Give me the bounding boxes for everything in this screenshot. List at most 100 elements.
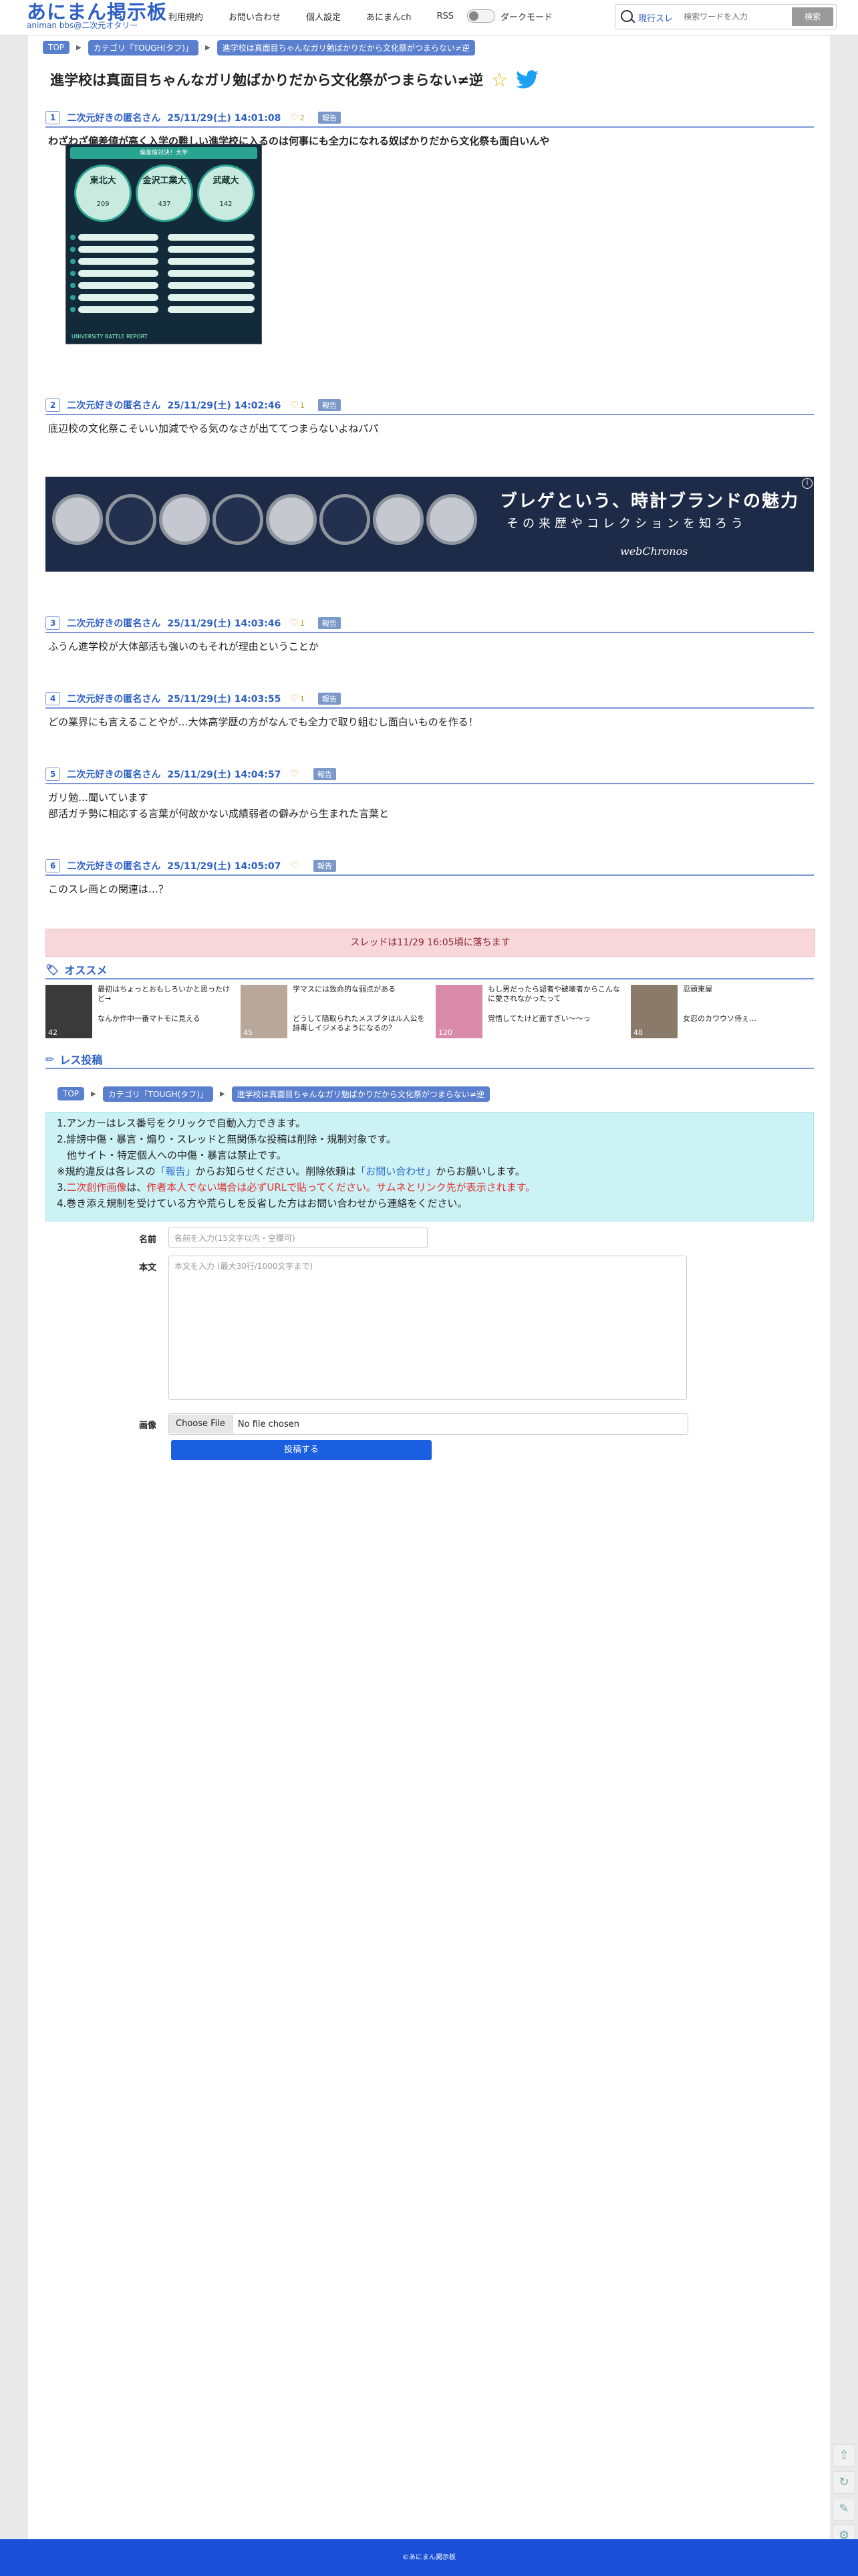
advertisement-banner[interactable]: ブレゲという、時計ブランドの魅力 その来歴やコレクションを知ろう webChro…: [45, 477, 814, 572]
choose-file-button[interactable]: Choose File: [169, 1415, 233, 1433]
main-content: TOP ▶ カテゴリ「TOUGH(タフ)」 ▶ 進学校は真面目ちゃんなガリ勉ばか…: [28, 35, 830, 2539]
rule-report-link[interactable]: 「報告」: [156, 1165, 196, 1177]
recommend-item[interactable]: 120 もし男だったら認者や破壊者からこんなに愛されなかったって 覚悟してたけど…: [436, 985, 623, 1041]
recommend-thumbnail[interactable]: 48: [631, 985, 678, 1038]
pencil-icon: ✏: [45, 1052, 55, 1066]
breadcrumb-thread[interactable]: 進学校は真面目ちゃんなガリ勉ばかりだから文化祭がつまらない≠逆: [217, 39, 475, 55]
breadcrumb-top[interactable]: TOP: [57, 1087, 85, 1100]
post-2: 2 二次元好きの匿名さん 25/11/29(土) 14:02:46 ♡ 1 報告 …: [45, 396, 814, 437]
rule-line: 他サイト・特定個人への中傷・暴言は禁止です。: [57, 1149, 287, 1161]
report-button[interactable]: 報告: [317, 399, 341, 411]
poster-name: 二次元好きの匿名さん: [67, 770, 161, 780]
post-number[interactable]: 2: [45, 398, 61, 412]
like-heart-icon[interactable]: ♡: [290, 860, 299, 871]
report-button[interactable]: 報告: [317, 693, 341, 705]
post-date: 25/11/29(土) 14:03:46: [167, 618, 281, 629]
image-label: 画像: [139, 1421, 157, 1431]
report-button[interactable]: 報告: [317, 617, 341, 629]
report-button[interactable]: 報告: [317, 112, 341, 124]
search-box: 現行スレ 検索: [615, 4, 837, 29]
like-heart-icon[interactable]: ♡: [290, 769, 299, 780]
name-input[interactable]: 名前を入力(15文字以内・空欄可): [168, 1227, 428, 1248]
dark-mode-toggle[interactable]: [466, 9, 495, 23]
rule-contact-link[interactable]: 「お問い合わせ」: [355, 1165, 436, 1177]
recommend-item[interactable]: 45 学マスには致命的な弱点がある どうして隠取られたメスブタはル人公を誹毒しイ…: [241, 985, 428, 1041]
post-body: このスレ画との関連は…？: [48, 883, 168, 895]
post-line: 部活ガチ勢に相応する言葉が何故かない成績弱者の僻みから生まれた言葉と: [48, 808, 390, 820]
rule-text: からお知らせください。削除依頼は: [195, 1165, 356, 1177]
post-header: 2 二次元好きの匿名さん 25/11/29(土) 14:02:46 ♡ 1 報告: [45, 396, 814, 415]
dark-mode-label: ダークモード: [500, 12, 553, 23]
body-textarea[interactable]: 本文を入力 (最大30行/1000文字まで): [168, 1256, 687, 1400]
university-name: 武蔵大: [212, 176, 239, 186]
breadcrumb-category[interactable]: カテゴリ「TOUGH(タフ)」: [102, 1086, 213, 1102]
like-heart-icon[interactable]: ♡: [290, 618, 299, 628]
search-scope[interactable]: 現行スレ: [638, 11, 673, 24]
recommend-thumbnail[interactable]: 120: [436, 985, 482, 1038]
watch-image: [159, 494, 210, 545]
file-status: No file chosen: [237, 1419, 299, 1429]
nav-contact[interactable]: お問い合わせ: [229, 10, 281, 23]
search-button[interactable]: 検索: [792, 7, 833, 26]
post-image-university-chart[interactable]: 偏差値対決！大学 東北大 209 金沢工業大 437 武蔵大 142 UNIVERSI…: [65, 144, 262, 344]
like-heart-icon[interactable]: ♡: [290, 693, 299, 704]
recommend-snippet: どうして隠取られたメスブタはル人公を誹毒しイジメるようになるの？: [293, 1014, 425, 1032]
settings-gear-icon[interactable]: ⚙: [833, 2525, 855, 2543]
rule-text: ※規約違反は各レスの: [57, 1165, 156, 1177]
logo-text[interactable]: あにまん掲示板: [27, 1, 167, 23]
recommend-snippet: なんか作中一番マトモに見える: [98, 1014, 200, 1023]
post-3: 3 二次元好きの匿名さん 25/11/29(土) 14:03:46 ♡ 1 報告 …: [45, 614, 814, 655]
reload-icon[interactable]: ↻: [833, 2471, 855, 2494]
twitter-icon[interactable]: [516, 70, 539, 89]
post-line: ガリ勉…聞いています: [48, 792, 148, 804]
post-header: 5 二次元好きの匿名さん 25/11/29(土) 14:04:57 ♡ 報告: [45, 766, 814, 784]
post-number[interactable]: 6: [45, 859, 61, 872]
favorite-star-icon[interactable]: ☆: [491, 69, 508, 91]
submit-button[interactable]: 投稿する: [171, 1440, 432, 1460]
rule-text: からお願いします。: [436, 1165, 525, 1177]
post-number[interactable]: 4: [45, 692, 61, 705]
ad-headline: ブレゲという、時計ブランドの魅力: [500, 491, 800, 511]
comment-count: 45: [243, 1028, 253, 1037]
report-button[interactable]: 報告: [313, 768, 336, 780]
post-number[interactable]: 3: [45, 616, 61, 630]
post-number[interactable]: 5: [45, 768, 61, 781]
write-icon[interactable]: ✎: [833, 2498, 855, 2521]
breadcrumb-thread[interactable]: 進学校は真面目ちゃんなガリ勉ばかりだから文化祭がつまらない≠逆: [231, 1086, 490, 1102]
nav-animanch[interactable]: あにまんch: [366, 10, 411, 23]
site-logo[interactable]: あにまん掲示板 animan bbs@二次元オタリー: [27, 1, 167, 29]
ad-info-icon[interactable]: i: [802, 478, 813, 489]
post-5: 5 二次元好きの匿名さん 25/11/29(土) 14:04:57 ♡ 報告 ガ…: [45, 766, 814, 822]
post-body: ふうん進学校が大体部活も強いのもそれが理由ということか: [48, 640, 319, 653]
comparison-row: [70, 281, 257, 290]
recommend-title[interactable]: もし男だったら認者や破壊者からこんなに愛されなかったって: [488, 985, 621, 1004]
header-nav: 利用規約 お問い合わせ 個人設定 あにまんch RSS ダークモード: [168, 9, 553, 23]
recommend-thumbnail[interactable]: 42: [45, 985, 92, 1038]
scroll-top-icon[interactable]: ⇧: [833, 2444, 855, 2467]
recommend-thumbnail[interactable]: 45: [241, 985, 287, 1038]
recommend-item[interactable]: 42 最初はちょっとおもしろいかと思ったけど→ なんか作中一番マトモに見える: [45, 985, 233, 1041]
tag-icon: 🏷: [45, 963, 59, 976]
nav-rss[interactable]: RSS: [436, 11, 454, 21]
breadcrumb-category[interactable]: カテゴリ「TOUGH(タフ)」: [88, 39, 198, 55]
post-number[interactable]: 1: [45, 111, 61, 124]
reply-heading-text: レス投稿: [59, 1054, 103, 1066]
recommend-title[interactable]: 最初はちょっとおもしろいかと思ったけど→: [98, 985, 231, 1004]
rule-warning: 作者本人でない場合は必ずURLで貼ってください。サムネとリンク先が表示されます。: [146, 1181, 536, 1193]
recommend-item[interactable]: 48 忍頭東屋 女忍のカワウソ侍ぇ…: [631, 985, 818, 1041]
comment-count: 48: [633, 1028, 643, 1037]
university-circle: 武蔵大 142: [197, 164, 255, 222]
recommend-title[interactable]: 学マスには致命的な弱点がある: [293, 985, 426, 994]
recommend-title[interactable]: 忍頭東屋: [683, 985, 817, 994]
comment-count: 42: [48, 1028, 57, 1037]
breadcrumb-top[interactable]: TOP: [43, 41, 70, 54]
recommend-snippet: 覚悟してたけど面すぎい〜〜っ: [488, 1014, 591, 1023]
like-heart-icon[interactable]: ♡: [290, 400, 299, 411]
like-heart-icon[interactable]: ♡: [290, 112, 299, 123]
search-input[interactable]: [682, 8, 785, 25]
image-file-input[interactable]: Choose File No file chosen: [168, 1413, 688, 1435]
rule-line: 3.二次創作画像は、作者本人でない場合は必ずURLで貼ってください。サムネとリン…: [57, 1179, 813, 1195]
nav-terms[interactable]: 利用規約: [168, 10, 203, 23]
nav-settings[interactable]: 個人設定: [306, 10, 341, 23]
report-button[interactable]: 報告: [313, 860, 336, 872]
